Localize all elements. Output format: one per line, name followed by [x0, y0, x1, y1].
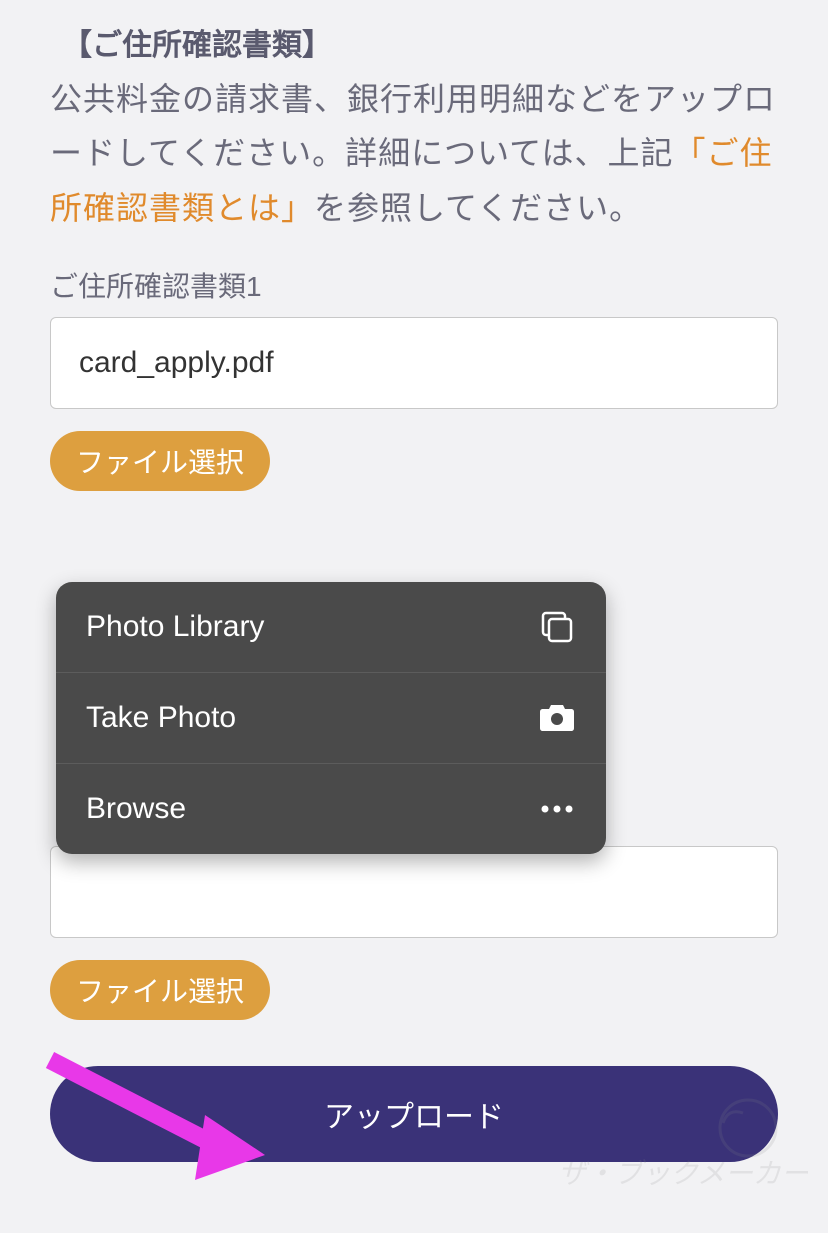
file-input-2[interactable]	[50, 846, 778, 938]
browse-option[interactable]: Browse	[56, 764, 606, 854]
section-title: 【ご住所確認書類】	[62, 20, 778, 64]
photo-library-icon	[538, 608, 576, 646]
camera-icon	[538, 699, 576, 737]
section-description: 公共料金の請求書、銀行利用明細などをアップロードしてください。詳細については、上…	[50, 72, 778, 235]
take-photo-label: Take Photo	[86, 701, 236, 735]
take-photo-option[interactable]: Take Photo	[56, 673, 606, 764]
file-select-button-1[interactable]: ファイル選択	[50, 431, 270, 491]
description-text-1: 公共料金の請求書、銀行利用明細などをアップロードしてください。詳細については、上…	[50, 81, 776, 171]
upload-button[interactable]: アップロード	[50, 1066, 778, 1162]
more-icon	[538, 790, 576, 828]
description-text-2: を参照してください。	[314, 190, 642, 226]
photo-library-option[interactable]: Photo Library	[56, 582, 606, 673]
browse-label: Browse	[86, 792, 186, 826]
file-select-button-2[interactable]: ファイル選択	[50, 960, 270, 1020]
file-input-1[interactable]: card_apply.pdf	[50, 317, 778, 409]
file-source-popup: Photo Library Take Photo Browse	[56, 582, 606, 854]
file-name-1: card_apply.pdf	[79, 346, 274, 380]
photo-library-label: Photo Library	[86, 610, 264, 644]
field-label-1: ご住所確認書類1	[50, 265, 778, 305]
